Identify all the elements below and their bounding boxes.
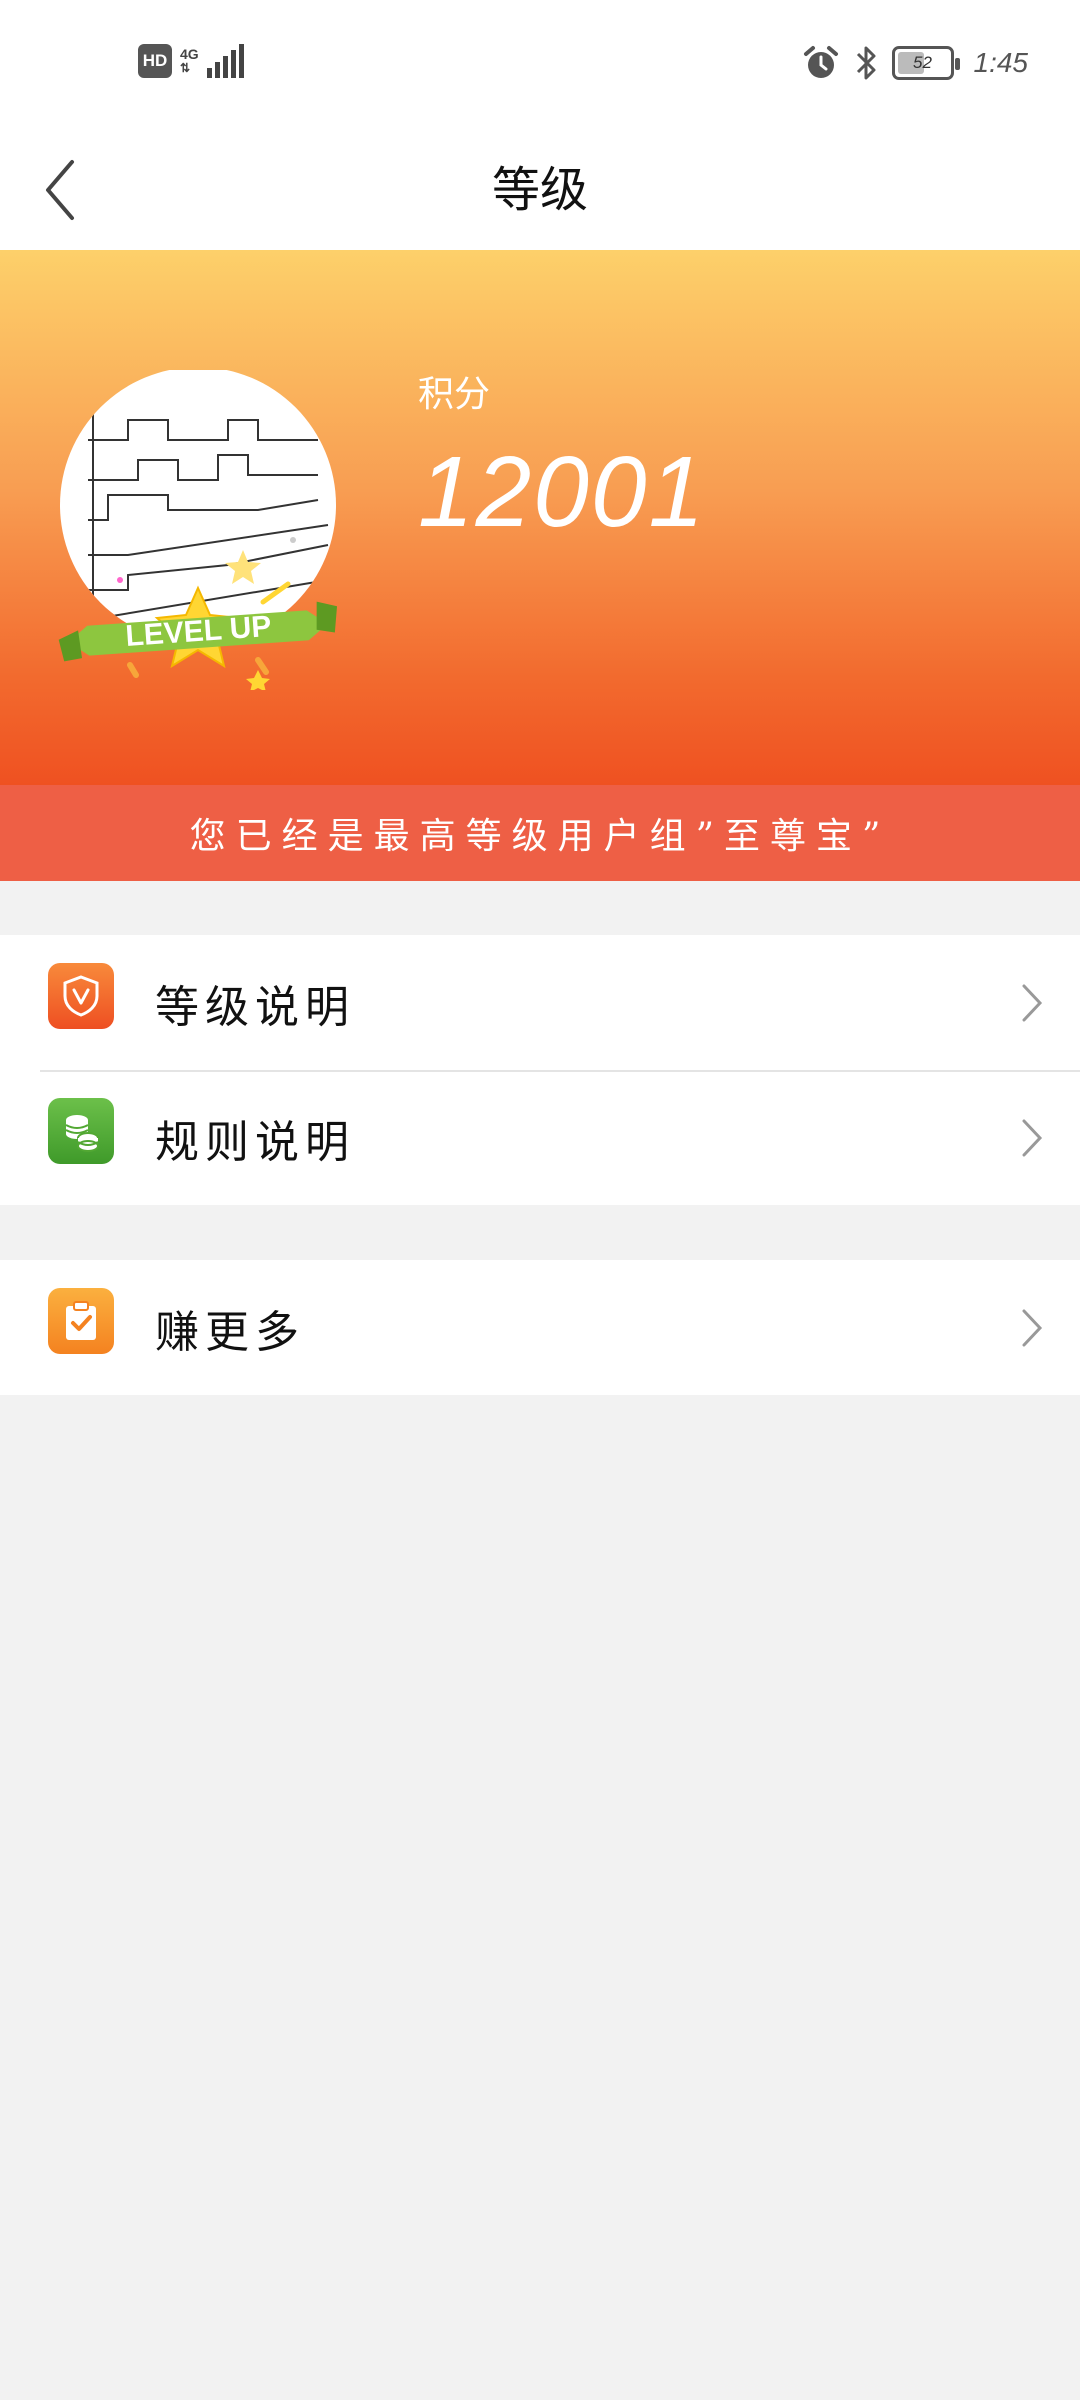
shield-v-icon bbox=[48, 963, 114, 1029]
status-bar: HD 4G ⇅ 52 1:45 bbox=[0, 0, 1080, 130]
alarm-icon bbox=[803, 46, 838, 78]
points-value: 12001 bbox=[418, 436, 707, 548]
level-notice: 您已经是最高等级用户组”至尊宝” bbox=[0, 785, 1080, 881]
coins-icon bbox=[48, 1098, 114, 1164]
status-right: 52 1:45 bbox=[802, 44, 1029, 82]
menu-item-level-description[interactable]: 等级说明 bbox=[0, 935, 1080, 1070]
network-type: 4G ⇅ bbox=[180, 47, 199, 75]
battery-level: 52 bbox=[913, 53, 932, 72]
menu-label: 等级说明 bbox=[155, 981, 355, 1033]
chevron-right-icon bbox=[1012, 973, 1052, 1033]
level-hero: LEVEL UP 积分 12001 bbox=[0, 250, 1080, 785]
menu-group-earn: 赚更多 bbox=[0, 1260, 1080, 1395]
clipboard-check-icon bbox=[48, 1288, 114, 1354]
menu-item-earn-more[interactable]: 赚更多 bbox=[0, 1260, 1080, 1395]
nav-bar: 等级 bbox=[0, 130, 1080, 250]
menu-label: 规则说明 bbox=[155, 1116, 355, 1168]
status-left: HD 4G ⇅ bbox=[138, 44, 244, 78]
hd-icon: HD bbox=[138, 44, 172, 78]
chevron-right-icon bbox=[1012, 1108, 1052, 1168]
bluetooth-icon bbox=[856, 46, 875, 80]
chevron-right-icon bbox=[1012, 1298, 1052, 1358]
menu-item-rules-description[interactable]: 规则说明 bbox=[0, 1070, 1080, 1205]
clock: 1:45 bbox=[973, 47, 1029, 78]
points-label: 积分 bbox=[418, 374, 491, 415]
menu-label: 赚更多 bbox=[155, 1306, 305, 1358]
level-up-badge: LEVEL UP bbox=[58, 370, 338, 690]
data-arrows-icon: ⇅ bbox=[180, 61, 191, 75]
network-label: 4G bbox=[180, 46, 199, 62]
page-title: 等级 bbox=[491, 162, 588, 218]
battery-icon: 52 bbox=[891, 46, 960, 80]
signal-icon bbox=[206, 44, 244, 78]
menu-group-info: 等级说明 规则说明 bbox=[0, 935, 1080, 1205]
